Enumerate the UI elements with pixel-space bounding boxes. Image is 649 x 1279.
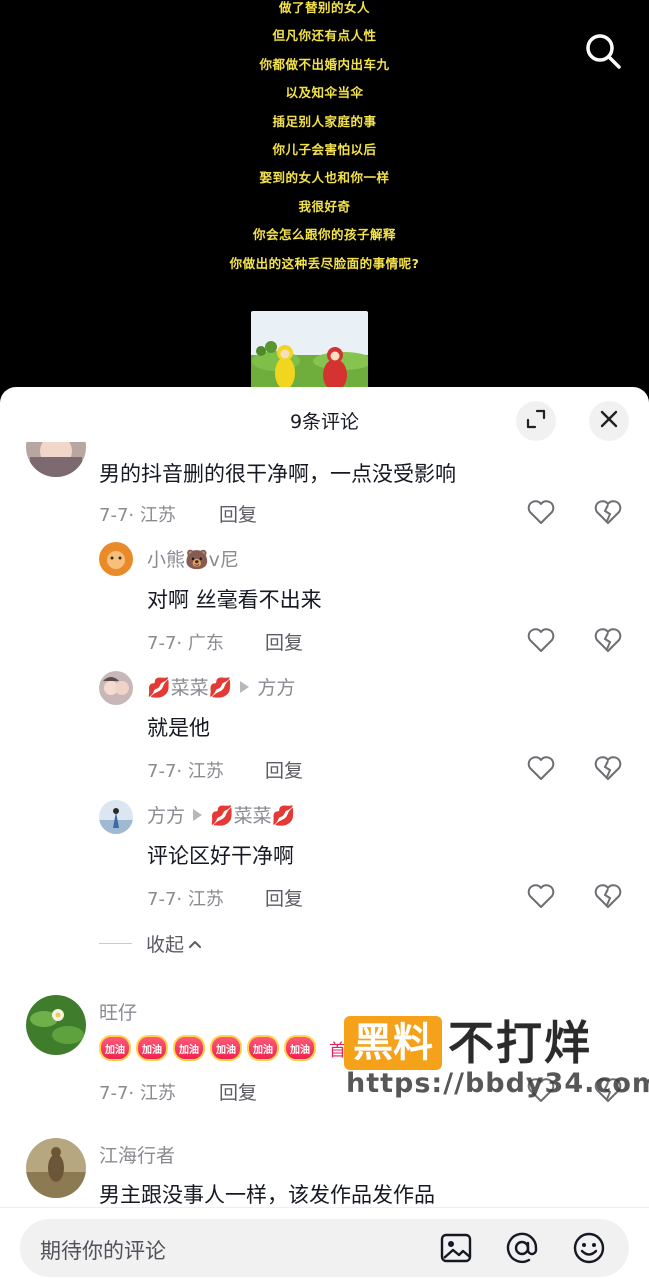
expand-button[interactable] [516, 401, 556, 441]
cheer-sticker: 加油 [173, 1035, 205, 1061]
sticker-row: 加油 加油 加油 加油 加油 加油 首 [99, 1035, 346, 1061]
collapse-replies-button[interactable]: 收起 [99, 930, 202, 957]
reply-button[interactable]: 回复 [219, 500, 257, 527]
reply-target-username[interactable]: 方方 [257, 673, 295, 700]
avatar[interactable] [26, 1138, 86, 1198]
comment-sheet: 9条评论 男的抖音删的很干净啊，一点没受影响 7-7· 江苏 回复 小熊🐻v尼 … [0, 387, 649, 1279]
reply-button[interactable]: 回复 [265, 756, 303, 783]
reply-arrow-icon [240, 680, 250, 693]
username-text: 方方 [147, 805, 186, 827]
subtitle-line: 插足别人家庭的事 [272, 113, 377, 129]
avatar[interactable] [26, 442, 86, 477]
comment-date-location: 7-7· 广东 [147, 633, 224, 654]
subtitle-line: 你会怎么跟你的孩子解释 [252, 227, 396, 243]
comment-text: 男主跟没事人一样，该发作品发作品 [99, 1183, 435, 1206]
cheer-sticker: 加油 [136, 1035, 168, 1061]
username-text: 💋菜菜💋 [147, 677, 233, 699]
cheer-sticker: 加油 [210, 1035, 242, 1061]
username[interactable]: 小熊🐻v尼 [147, 545, 239, 572]
at-mention-icon[interactable] [505, 1231, 539, 1265]
video-player[interactable]: 做了替别的女人 但凡你还有点人性 你都做不出婚内出车九 以及知伞当伞 插足别人家… [0, 0, 649, 400]
comment-text: 男的抖音删的很干净啊，一点没受影响 [99, 462, 456, 486]
reply-button[interactable]: 回复 [265, 628, 303, 655]
comment-input-bar: 期待你的评论 [0, 1207, 649, 1279]
heart-icon[interactable] [526, 1075, 556, 1105]
subtitle-line: 但凡你还有点人性 [272, 28, 377, 44]
broken-heart-icon[interactable] [593, 625, 623, 655]
comment-text: 评论区好干净啊 [147, 844, 294, 868]
comment-date-location: 7-7· 江苏 [147, 889, 224, 910]
comment-text: 就是他 [147, 716, 210, 740]
reply-target-username[interactable]: 💋菜菜💋 [210, 801, 295, 828]
expand-icon [525, 408, 547, 434]
close-button[interactable] [589, 401, 629, 441]
subtitle-line: 你都做不出婚内出车九 [259, 56, 390, 72]
username[interactable]: 💋菜菜💋 方方 [147, 673, 295, 700]
video-thumbnail-image [251, 311, 368, 391]
subtitle-line: 你儿子会害怕以后 [272, 141, 377, 157]
comment-text: 首 [329, 1040, 346, 1061]
comment-date-location: 7-7· 江苏 [99, 1083, 176, 1104]
username[interactable]: 方方 💋菜菜💋 [147, 801, 295, 828]
subtitle-line: 你做出的这种丢尽脸面的事情呢? [229, 255, 420, 271]
subtitle-line: 娶到的女人也和你一样 [259, 170, 390, 186]
subtitle-line: 做了替别的女人 [278, 0, 370, 15]
search-icon[interactable] [582, 30, 624, 72]
broken-heart-icon[interactable] [593, 753, 623, 783]
divider [99, 943, 132, 944]
heart-icon[interactable] [526, 625, 556, 655]
avatar[interactable] [99, 542, 133, 576]
heart-icon[interactable] [526, 881, 556, 911]
comment-input[interactable]: 期待你的评论 [20, 1219, 629, 1277]
broken-heart-icon[interactable] [593, 881, 623, 911]
emoji-icon[interactable] [572, 1231, 606, 1265]
comment-date-location: 7-7· 江苏 [99, 505, 176, 526]
avatar[interactable] [99, 671, 133, 705]
username[interactable]: 江海行者 [99, 1141, 175, 1168]
comment-input-placeholder: 期待你的评论 [40, 1239, 166, 1263]
heart-icon[interactable] [526, 753, 556, 783]
subtitle-line: 我很好奇 [298, 198, 351, 214]
avatar[interactable] [26, 995, 86, 1055]
broken-heart-icon[interactable] [593, 1075, 623, 1105]
comment-text: 对啊 丝毫看不出来 [147, 588, 322, 612]
comment-date-location: 7-7· 江苏 [147, 761, 224, 782]
cheer-sticker: 加油 [99, 1035, 131, 1061]
username[interactable]: 旺仔 [99, 998, 137, 1025]
chevron-up-icon [188, 934, 202, 953]
close-icon [599, 409, 619, 433]
cheer-sticker: 加油 [247, 1035, 279, 1061]
reply-arrow-icon [193, 808, 203, 821]
heart-icon[interactable] [526, 497, 556, 527]
collapse-label: 收起 [146, 934, 185, 956]
broken-heart-icon[interactable] [593, 497, 623, 527]
video-subtitles: 做了替别的女人 但凡你还有点人性 你都做不出婚内出车九 以及知伞当伞 插足别人家… [0, 0, 649, 278]
reply-button[interactable]: 回复 [219, 1078, 257, 1105]
comment-list[interactable]: 男的抖音删的很干净啊，一点没受影响 7-7· 江苏 回复 小熊🐻v尼 对啊 丝毫… [0, 442, 649, 1206]
image-icon[interactable] [439, 1231, 473, 1265]
avatar[interactable] [99, 800, 133, 834]
reply-button[interactable]: 回复 [265, 884, 303, 911]
cheer-sticker: 加油 [284, 1035, 316, 1061]
subtitle-line: 以及知伞当伞 [285, 85, 364, 101]
